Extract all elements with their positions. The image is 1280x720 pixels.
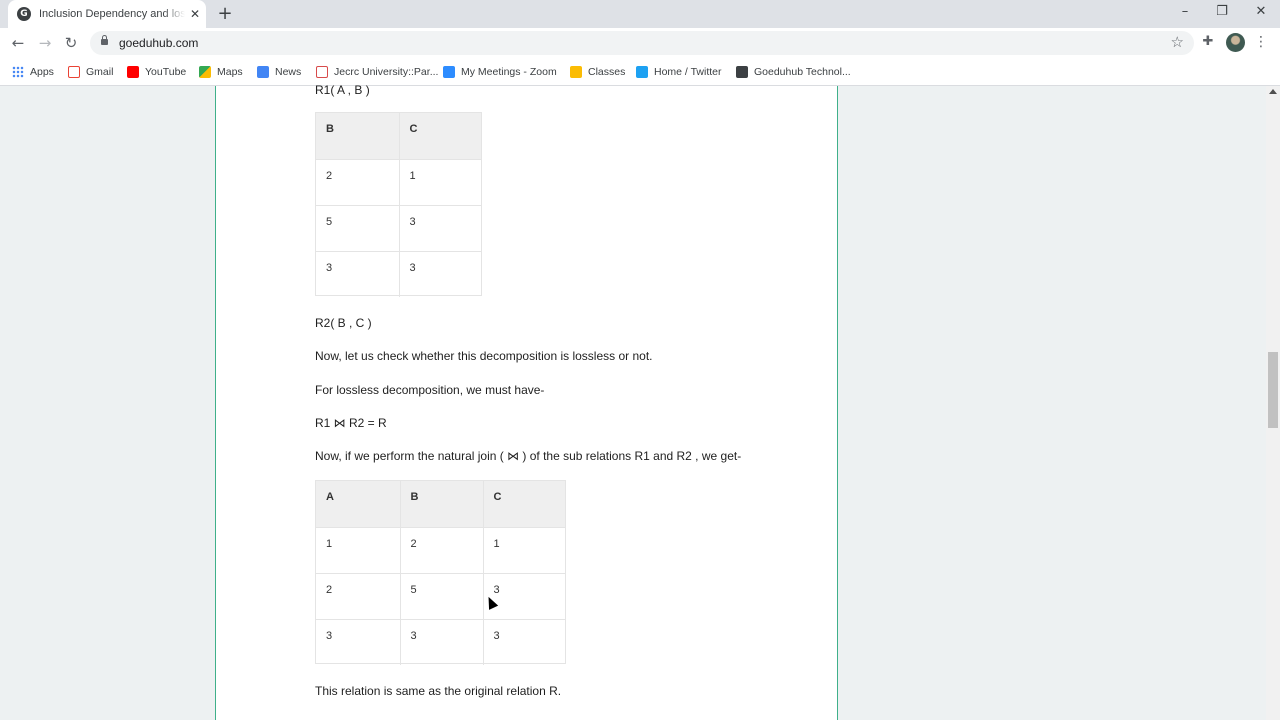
paragraph-conclusion: This relation is same as the original re… bbox=[315, 684, 562, 698]
scroll-up-arrow-icon[interactable] bbox=[1269, 89, 1277, 94]
table-cell: 1 bbox=[483, 527, 565, 574]
table-header-cell: B bbox=[400, 481, 484, 528]
table-header-cell: C bbox=[483, 481, 565, 528]
extensions-puzzle-icon[interactable]: ✚ bbox=[1200, 34, 1216, 50]
address-bar[interactable]: goeduhub.com ☆ bbox=[90, 31, 1194, 55]
gmail-icon bbox=[68, 66, 80, 78]
bookmark-label: Goeduhub Technol... bbox=[754, 66, 851, 78]
table-joined: A B C 1 2 1 2 5 3 3 3 3 bbox=[315, 480, 566, 665]
bookmark-apps[interactable]: Apps bbox=[12, 64, 54, 80]
maps-icon bbox=[199, 66, 211, 78]
table-row: 3 3 bbox=[316, 251, 481, 297]
bookmark-zoom[interactable]: My Meetings - Zoom bbox=[443, 64, 557, 80]
table-header-row: A B C bbox=[316, 481, 565, 528]
forward-arrow-icon[interactable]: → bbox=[36, 34, 54, 52]
browser-toolbar: ← → ↻ goeduhub.com ☆ ✚ ⋮ bbox=[0, 28, 1280, 58]
table-cell: 2 bbox=[316, 159, 400, 206]
bookmark-label: My Meetings - Zoom bbox=[461, 66, 557, 78]
zoom-icon bbox=[443, 66, 455, 78]
classes-icon bbox=[570, 66, 582, 78]
browser-tab[interactable]: G Inclusion Dependency and lossless ✕ bbox=[8, 0, 206, 28]
table-cell: 2 bbox=[400, 527, 484, 574]
close-tab-icon[interactable]: ✕ bbox=[187, 7, 203, 21]
jecrc-icon bbox=[316, 66, 328, 78]
restore-icon[interactable]: ❐ bbox=[1212, 4, 1232, 22]
news-icon bbox=[257, 66, 269, 78]
table-r1: B C 2 1 5 3 3 3 bbox=[315, 112, 482, 297]
goeduhub-icon bbox=[736, 66, 748, 78]
bookmark-label: Home / Twitter bbox=[654, 66, 722, 78]
bookmark-label: YouTube bbox=[145, 66, 187, 78]
reload-icon[interactable]: ↻ bbox=[62, 34, 80, 52]
bookmark-news[interactable]: News bbox=[257, 64, 301, 80]
bookmark-twitter[interactable]: Home / Twitter bbox=[636, 64, 722, 80]
bookmark-maps[interactable]: Maps bbox=[199, 64, 243, 80]
bookmark-youtube[interactable]: YouTube bbox=[127, 64, 186, 80]
tab-strip: G Inclusion Dependency and lossless ✕ + … bbox=[0, 0, 1280, 28]
r2-heading: R2( B , C ) bbox=[315, 316, 372, 330]
table-header-row: B C bbox=[316, 113, 481, 160]
twitter-icon bbox=[636, 66, 648, 78]
table-row: 2 1 bbox=[316, 159, 481, 206]
page-scrollbar[interactable] bbox=[1266, 86, 1280, 720]
table-header-cell: C bbox=[399, 113, 481, 160]
apps-icon bbox=[12, 66, 24, 78]
r1-heading: R1( A , B ) bbox=[315, 83, 370, 97]
bookmark-label: News bbox=[275, 66, 302, 78]
table-cell: 3 bbox=[399, 205, 481, 252]
article-body: R1( A , B ) B C 2 1 5 3 3 3 R2(B , C) … bbox=[215, 83, 838, 720]
table-cell: 5 bbox=[400, 573, 484, 620]
window-close-icon[interactable]: ✕ bbox=[1251, 4, 1271, 22]
table-header-cell: B bbox=[316, 113, 400, 160]
bookmark-star-icon[interactable]: ☆ bbox=[1171, 33, 1184, 51]
table-cell: 3 bbox=[493, 629, 500, 642]
bookmark-label: Jecrc University::Par... bbox=[334, 66, 439, 78]
lock-icon bbox=[101, 35, 108, 45]
bookmark-classes[interactable]: Classes bbox=[570, 64, 625, 80]
table-cell: 5 bbox=[316, 205, 400, 252]
bookmark-label: Maps bbox=[217, 66, 243, 78]
table-row: 3 3 3 bbox=[316, 619, 565, 665]
bookmark-label: Apps bbox=[30, 66, 54, 78]
page-viewport: R1( A , B ) B C 2 1 5 3 3 3 R2(B , C) … bbox=[0, 83, 1266, 720]
url-text: goeduhub.com bbox=[119, 36, 199, 50]
scroll-thumb[interactable] bbox=[1268, 352, 1278, 428]
table-cell: 1 bbox=[316, 527, 401, 574]
back-arrow-icon[interactable]: ← bbox=[9, 34, 27, 52]
table-cell: 1 bbox=[399, 159, 481, 206]
table-cell: 3 bbox=[400, 619, 484, 665]
goeduhub-favicon-icon: G bbox=[17, 7, 31, 21]
table-cell: 3 bbox=[409, 261, 416, 274]
youtube-icon bbox=[127, 66, 139, 78]
tab-title: Inclusion Dependency and lossless bbox=[39, 8, 185, 20]
table-cell: 2 bbox=[316, 573, 401, 620]
paragraph-join: Now, if we perform the natural join ( ⋈ … bbox=[315, 449, 742, 463]
more-menu-icon[interactable]: ⋮ bbox=[1254, 34, 1268, 50]
formula-natural-join: R1 ⋈ R2 = R bbox=[315, 416, 387, 430]
table-cell: 3 bbox=[316, 251, 400, 297]
table-cell: 3 bbox=[483, 573, 565, 620]
table-row: 1 2 1 bbox=[316, 527, 565, 574]
paragraph-lossless: For lossless decomposition, we must have… bbox=[315, 383, 545, 397]
profile-avatar[interactable] bbox=[1226, 33, 1245, 52]
new-tab-button[interactable]: + bbox=[217, 5, 233, 23]
paragraph-check: Now, let us check whether this decomposi… bbox=[315, 349, 653, 363]
table-row: 2 5 3 bbox=[316, 573, 565, 620]
bookmark-label: Gmail bbox=[86, 66, 114, 78]
bookmark-label: Classes bbox=[588, 66, 626, 78]
bookmark-jecrc[interactable]: Jecrc University::Par... bbox=[316, 64, 438, 80]
minimize-icon[interactable]: – bbox=[1175, 4, 1195, 22]
table-cell: 3 bbox=[316, 619, 401, 665]
bookmark-goeduhub[interactable]: Goeduhub Technol... bbox=[736, 64, 851, 80]
table-header-cell: A bbox=[316, 481, 401, 528]
bookmarks-bar: Apps Gmail YouTube Maps News Jecrc Unive… bbox=[0, 58, 1280, 86]
bookmark-gmail[interactable]: Gmail bbox=[68, 64, 113, 80]
table-row: 5 3 bbox=[316, 205, 481, 252]
